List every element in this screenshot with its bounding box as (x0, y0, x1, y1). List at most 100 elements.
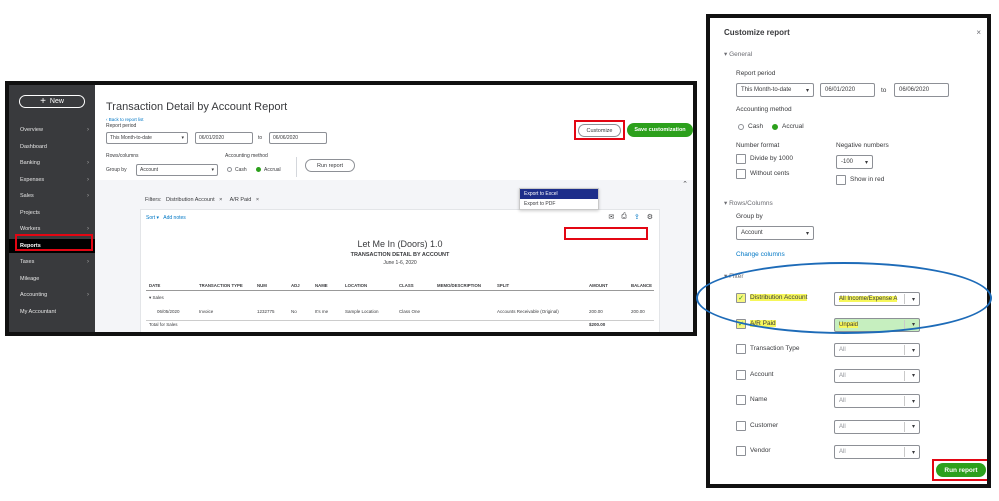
new-button[interactable]: + New (19, 95, 85, 108)
column-header[interactable]: CLASS (399, 283, 414, 288)
panel-cash-radio[interactable] (738, 124, 744, 130)
sidebar-item-taxes[interactable]: Taxes › (9, 255, 95, 269)
panel-accrual-radio[interactable] (772, 124, 778, 130)
column-header[interactable]: NUM (257, 283, 267, 288)
report-toolbar: Sort ▾ Add notes (146, 215, 186, 221)
sidebar-item-dashboard[interactable]: Dashboard (9, 140, 95, 154)
close-icon[interactable]: × (976, 28, 981, 37)
collapse-chevron-icon[interactable]: ⌃ (682, 180, 688, 188)
to-label: to (881, 87, 887, 94)
accrual-label: Accrual (264, 167, 281, 173)
rows-columns-section-toggle[interactable]: ▾ Rows/Columns (724, 199, 773, 207)
sidebar-item-overview[interactable]: Overview › (9, 123, 95, 137)
sidebar-item-my-accountant[interactable]: My Accountant (9, 305, 95, 319)
general-section-toggle[interactable]: ▾ General (724, 50, 752, 58)
customer-select[interactable]: All ▾ (834, 419, 920, 434)
column-header[interactable]: BALANCE (631, 283, 652, 288)
group-row-sales[interactable]: ▾ Sales (149, 295, 164, 301)
sidebar-item-banking[interactable]: Banking › (9, 156, 95, 170)
chevron-right-icon: › (87, 259, 89, 265)
filter-chip-ar-paid[interactable]: A/R Paid × (230, 197, 262, 203)
number-format-label: Number format (736, 142, 780, 149)
name-checkbox[interactable] (736, 395, 746, 405)
panel-from-date-input[interactable]: 06/01/2020 (820, 83, 875, 97)
column-header[interactable]: ADJ (291, 283, 300, 288)
sort-button[interactable]: Sort ▾ (146, 215, 159, 221)
email-icon[interactable]: ✉ (608, 213, 614, 221)
vendor-select[interactable]: All ▾ (834, 445, 920, 459)
chevron-right-icon: › (87, 226, 89, 232)
customer-checkbox[interactable] (736, 420, 746, 431)
group-by-label: Group by (736, 213, 763, 220)
sidebar: + New Overview › Dashboard Banking › Expenses… (9, 85, 95, 332)
group-by-label: Group by (106, 167, 127, 173)
sidebar-item-accounting[interactable]: Accounting › (9, 288, 95, 302)
back-to-report-list-link[interactable]: ‹ Back to report list (106, 117, 144, 122)
panel-to-date-input[interactable]: 06/06/2020 (894, 83, 949, 97)
export-to-excel-item[interactable]: Export to Excel (520, 189, 598, 199)
cash-label: Cash (748, 123, 764, 130)
chevron-right-icon: › (87, 160, 89, 166)
without-cents-checkbox[interactable] (736, 169, 746, 179)
chevron-right-icon: › (87, 127, 89, 133)
report-icons: ✉ ⎙ ⇪ ⚙ (608, 213, 653, 221)
column-header[interactable]: TRANSACTION TYPE (199, 283, 243, 288)
sidebar-item-expenses[interactable]: Expenses › (9, 173, 95, 187)
divide-by-1000-checkbox[interactable] (736, 154, 746, 164)
group-by-select[interactable]: Account ▾ (136, 164, 218, 176)
account-label: Account (750, 370, 774, 378)
sidebar-item-mileage[interactable]: Mileage (9, 272, 95, 286)
print-icon[interactable]: ⎙ (621, 213, 627, 221)
change-columns-link[interactable]: Change columns (736, 251, 785, 258)
account-checkbox[interactable] (736, 369, 746, 380)
add-notes-link[interactable]: Add notes (163, 215, 186, 221)
negative-format-select[interactable]: -100 ▾ (836, 155, 873, 169)
name-select[interactable]: All ▾ (834, 394, 920, 408)
report-period-select[interactable]: This Month-to-date ▾ (106, 132, 188, 144)
column-header[interactable]: SPLIT (497, 283, 509, 288)
column-header[interactable]: MEMO/DESCRIPTION (437, 283, 481, 288)
caret-down-icon: ▾ (181, 135, 184, 141)
transaction-type-select[interactable]: All ▾ (834, 343, 920, 357)
transaction-type-label: Transaction Type (750, 345, 800, 352)
column-header[interactable]: NAME (315, 283, 328, 288)
close-icon: × (219, 197, 223, 203)
panel-report-period-select[interactable]: This Month-to-date ▾ (736, 83, 814, 97)
table-cell: Invoice (199, 309, 214, 314)
sidebar-item-sales[interactable]: Sales › (9, 189, 95, 203)
run-report-button[interactable]: Run report (305, 159, 355, 172)
vendor-label: Vendor (750, 447, 771, 454)
transaction-type-checkbox[interactable] (736, 344, 746, 354)
sidebar-item-projects[interactable]: Projects (9, 206, 95, 220)
export-icon[interactable]: ⇪ (634, 213, 640, 221)
filter-chip-distribution-account[interactable]: Distribution Account × (166, 197, 225, 203)
table-cell: 200.00 (589, 309, 603, 314)
accrual-radio[interactable] (256, 167, 261, 172)
table-cell: 1232775 (257, 309, 275, 314)
report-content: Transaction Detail by Account Report ‹ B… (95, 85, 693, 332)
from-date-input[interactable]: 06/01/2020 (195, 132, 253, 144)
customize-report-panel: Customize report × ▾ General Report peri… (706, 14, 991, 488)
export-to-pdf-item[interactable]: Export to PDF (520, 199, 598, 209)
cash-label: Cash (235, 167, 247, 173)
vendor-checkbox[interactable] (736, 446, 746, 456)
caret-down-icon: ▾ (911, 449, 915, 456)
gear-icon[interactable]: ⚙ (647, 213, 653, 221)
total-value: $200.00 (589, 322, 606, 327)
column-header[interactable]: AMOUNT (589, 283, 608, 288)
column-header[interactable]: LOCATION (345, 283, 367, 288)
account-select[interactable]: All ▾ (834, 368, 920, 383)
show-in-red-checkbox[interactable] (836, 175, 846, 185)
chevron-right-icon: › (87, 292, 89, 298)
report-dates: June 1-6, 2020 (383, 260, 417, 266)
panel-group-by-select[interactable]: Account ▾ (736, 226, 814, 240)
cash-radio[interactable] (227, 167, 232, 172)
to-label: to (258, 135, 263, 141)
table-cell: 200.00 (631, 309, 645, 314)
negative-numbers-label: Negative numbers (836, 142, 889, 149)
save-customization-button[interactable]: Save customization (627, 123, 693, 137)
row-rule (146, 320, 654, 321)
to-date-input[interactable]: 06/06/2020 (269, 132, 327, 144)
column-header[interactable]: DATE (149, 283, 160, 288)
report-period-label: Report period (106, 123, 137, 129)
